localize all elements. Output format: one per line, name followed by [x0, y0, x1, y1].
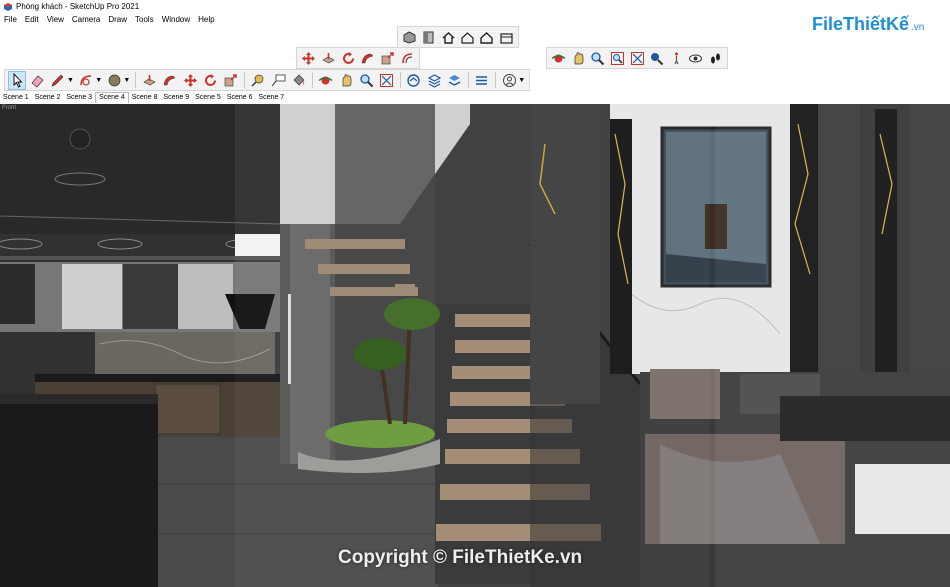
- toolbar-separator: [399, 72, 401, 88]
- footprints-icon[interactable]: [707, 49, 725, 68]
- brand-logo: FileThiếtKế .vn: [812, 14, 924, 35]
- viewport-label: Front: [2, 105, 17, 111]
- zoom-icon[interactable]: [589, 49, 607, 68]
- orbit-icon[interactable]: [550, 49, 568, 68]
- interior-render: [0, 104, 950, 587]
- menu-camera[interactable]: Camera: [72, 15, 100, 24]
- look-around-icon[interactable]: [687, 49, 705, 68]
- menu-window[interactable]: Window: [162, 15, 190, 24]
- menu-edit[interactable]: Edit: [25, 15, 39, 24]
- scene-tab[interactable]: Scene 5: [192, 93, 224, 103]
- copyright-watermark: Copyright © FileThietKe.vn: [338, 547, 583, 568]
- arc-icon[interactable]: [77, 71, 95, 90]
- components-icon[interactable]: [401, 28, 418, 47]
- rotate-icon[interactable]: [339, 49, 357, 68]
- scene-tab[interactable]: Scene 9: [160, 93, 192, 103]
- layers-icon[interactable]: [425, 71, 443, 90]
- toolbar-separator: [243, 72, 245, 88]
- push-pull-icon[interactable]: [320, 49, 338, 68]
- materials-icon[interactable]: [420, 28, 437, 47]
- model-viewport[interactable]: Front: [0, 104, 950, 587]
- extension-warehouse-icon[interactable]: [473, 71, 491, 90]
- house-outline-icon[interactable]: [459, 28, 476, 47]
- pencil-icon[interactable]: [49, 71, 67, 90]
- shape-dropdown-icon[interactable]: ▼: [123, 77, 130, 84]
- views-toolbar: [397, 26, 519, 48]
- walk-person-icon[interactable]: [667, 49, 685, 68]
- warehouse-icon[interactable]: [498, 28, 515, 47]
- shape-icon[interactable]: [105, 71, 123, 90]
- home-view-icon[interactable]: [440, 28, 457, 47]
- toolbar-separator: [311, 72, 313, 88]
- pan-icon[interactable]: [337, 71, 355, 90]
- select-icon[interactable]: [8, 70, 27, 90]
- scene-tabs: Scene 1 Scene 2 Scene 3 Scene 4 Scene 8 …: [0, 92, 284, 103]
- zoom-extents-icon[interactable]: [378, 71, 396, 90]
- scale-icon[interactable]: [379, 49, 397, 68]
- toolbar-separator: [494, 72, 496, 88]
- position-camera-icon[interactable]: [648, 49, 666, 68]
- warehouse-icon[interactable]: [405, 71, 423, 90]
- edit-toolbar: [296, 47, 420, 69]
- house-icon[interactable]: [478, 28, 495, 47]
- pan-icon[interactable]: [570, 49, 588, 68]
- menu-view[interactable]: View: [47, 15, 64, 24]
- toolbar-separator: [467, 72, 469, 88]
- sketchup-app-icon: [4, 2, 12, 11]
- eraser-icon[interactable]: [28, 71, 46, 90]
- scene-tab[interactable]: Scene 1: [0, 93, 32, 103]
- paint-bucket-icon[interactable]: [289, 71, 307, 90]
- menu-file[interactable]: File: [4, 15, 17, 24]
- arc-dropdown-icon[interactable]: ▼: [95, 77, 102, 84]
- zoom-icon[interactable]: [357, 71, 375, 90]
- extension-icon[interactable]: [445, 71, 463, 90]
- logo-domain: .vn: [911, 22, 925, 33]
- account-dropdown-icon[interactable]: ▼: [518, 77, 525, 84]
- scene-tab[interactable]: Scene 2: [32, 93, 64, 103]
- window-title: Phòng khách - SketchUp Pro 2021: [16, 2, 140, 11]
- camera-toolbar: [546, 47, 728, 69]
- scene-tab[interactable]: Scene 8: [129, 93, 161, 103]
- text-label-icon[interactable]: [269, 71, 287, 90]
- move-icon[interactable]: [181, 71, 199, 90]
- rotate-icon[interactable]: [201, 71, 219, 90]
- logo-text: FileThiếtKế: [812, 14, 910, 34]
- zoom-extents-icon[interactable]: [628, 49, 646, 68]
- zoom-window-icon[interactable]: [609, 49, 627, 68]
- scene-tab[interactable]: Scene 7: [256, 93, 288, 103]
- scene-tab[interactable]: Scene 6: [224, 93, 256, 103]
- scale-icon[interactable]: [222, 71, 240, 90]
- menu-tools[interactable]: Tools: [135, 15, 154, 24]
- account-icon[interactable]: [500, 71, 518, 90]
- scene-tab[interactable]: Scene 3: [63, 93, 95, 103]
- menu-help[interactable]: Help: [198, 15, 214, 24]
- menu-bar: File Edit View Camera Draw Tools Window …: [0, 13, 223, 25]
- offset-icon[interactable]: [398, 49, 416, 68]
- pencil-dropdown-icon[interactable]: ▼: [67, 77, 74, 84]
- push-pull-icon[interactable]: [140, 71, 158, 90]
- follow-me-icon[interactable]: [161, 71, 179, 90]
- main-toolbar: ▼ ▼ ▼ ▼: [4, 69, 530, 91]
- tape-measure-icon[interactable]: [249, 71, 267, 90]
- toolbar-separator: [135, 72, 137, 88]
- scene-tab-active[interactable]: Scene 4: [95, 92, 129, 103]
- menu-draw[interactable]: Draw: [108, 15, 127, 24]
- title-bar: Phòng khách - SketchUp Pro 2021: [0, 0, 950, 13]
- follow-me-icon[interactable]: [359, 49, 377, 68]
- orbit-icon[interactable]: [317, 71, 335, 90]
- move-icon[interactable]: [300, 49, 318, 68]
